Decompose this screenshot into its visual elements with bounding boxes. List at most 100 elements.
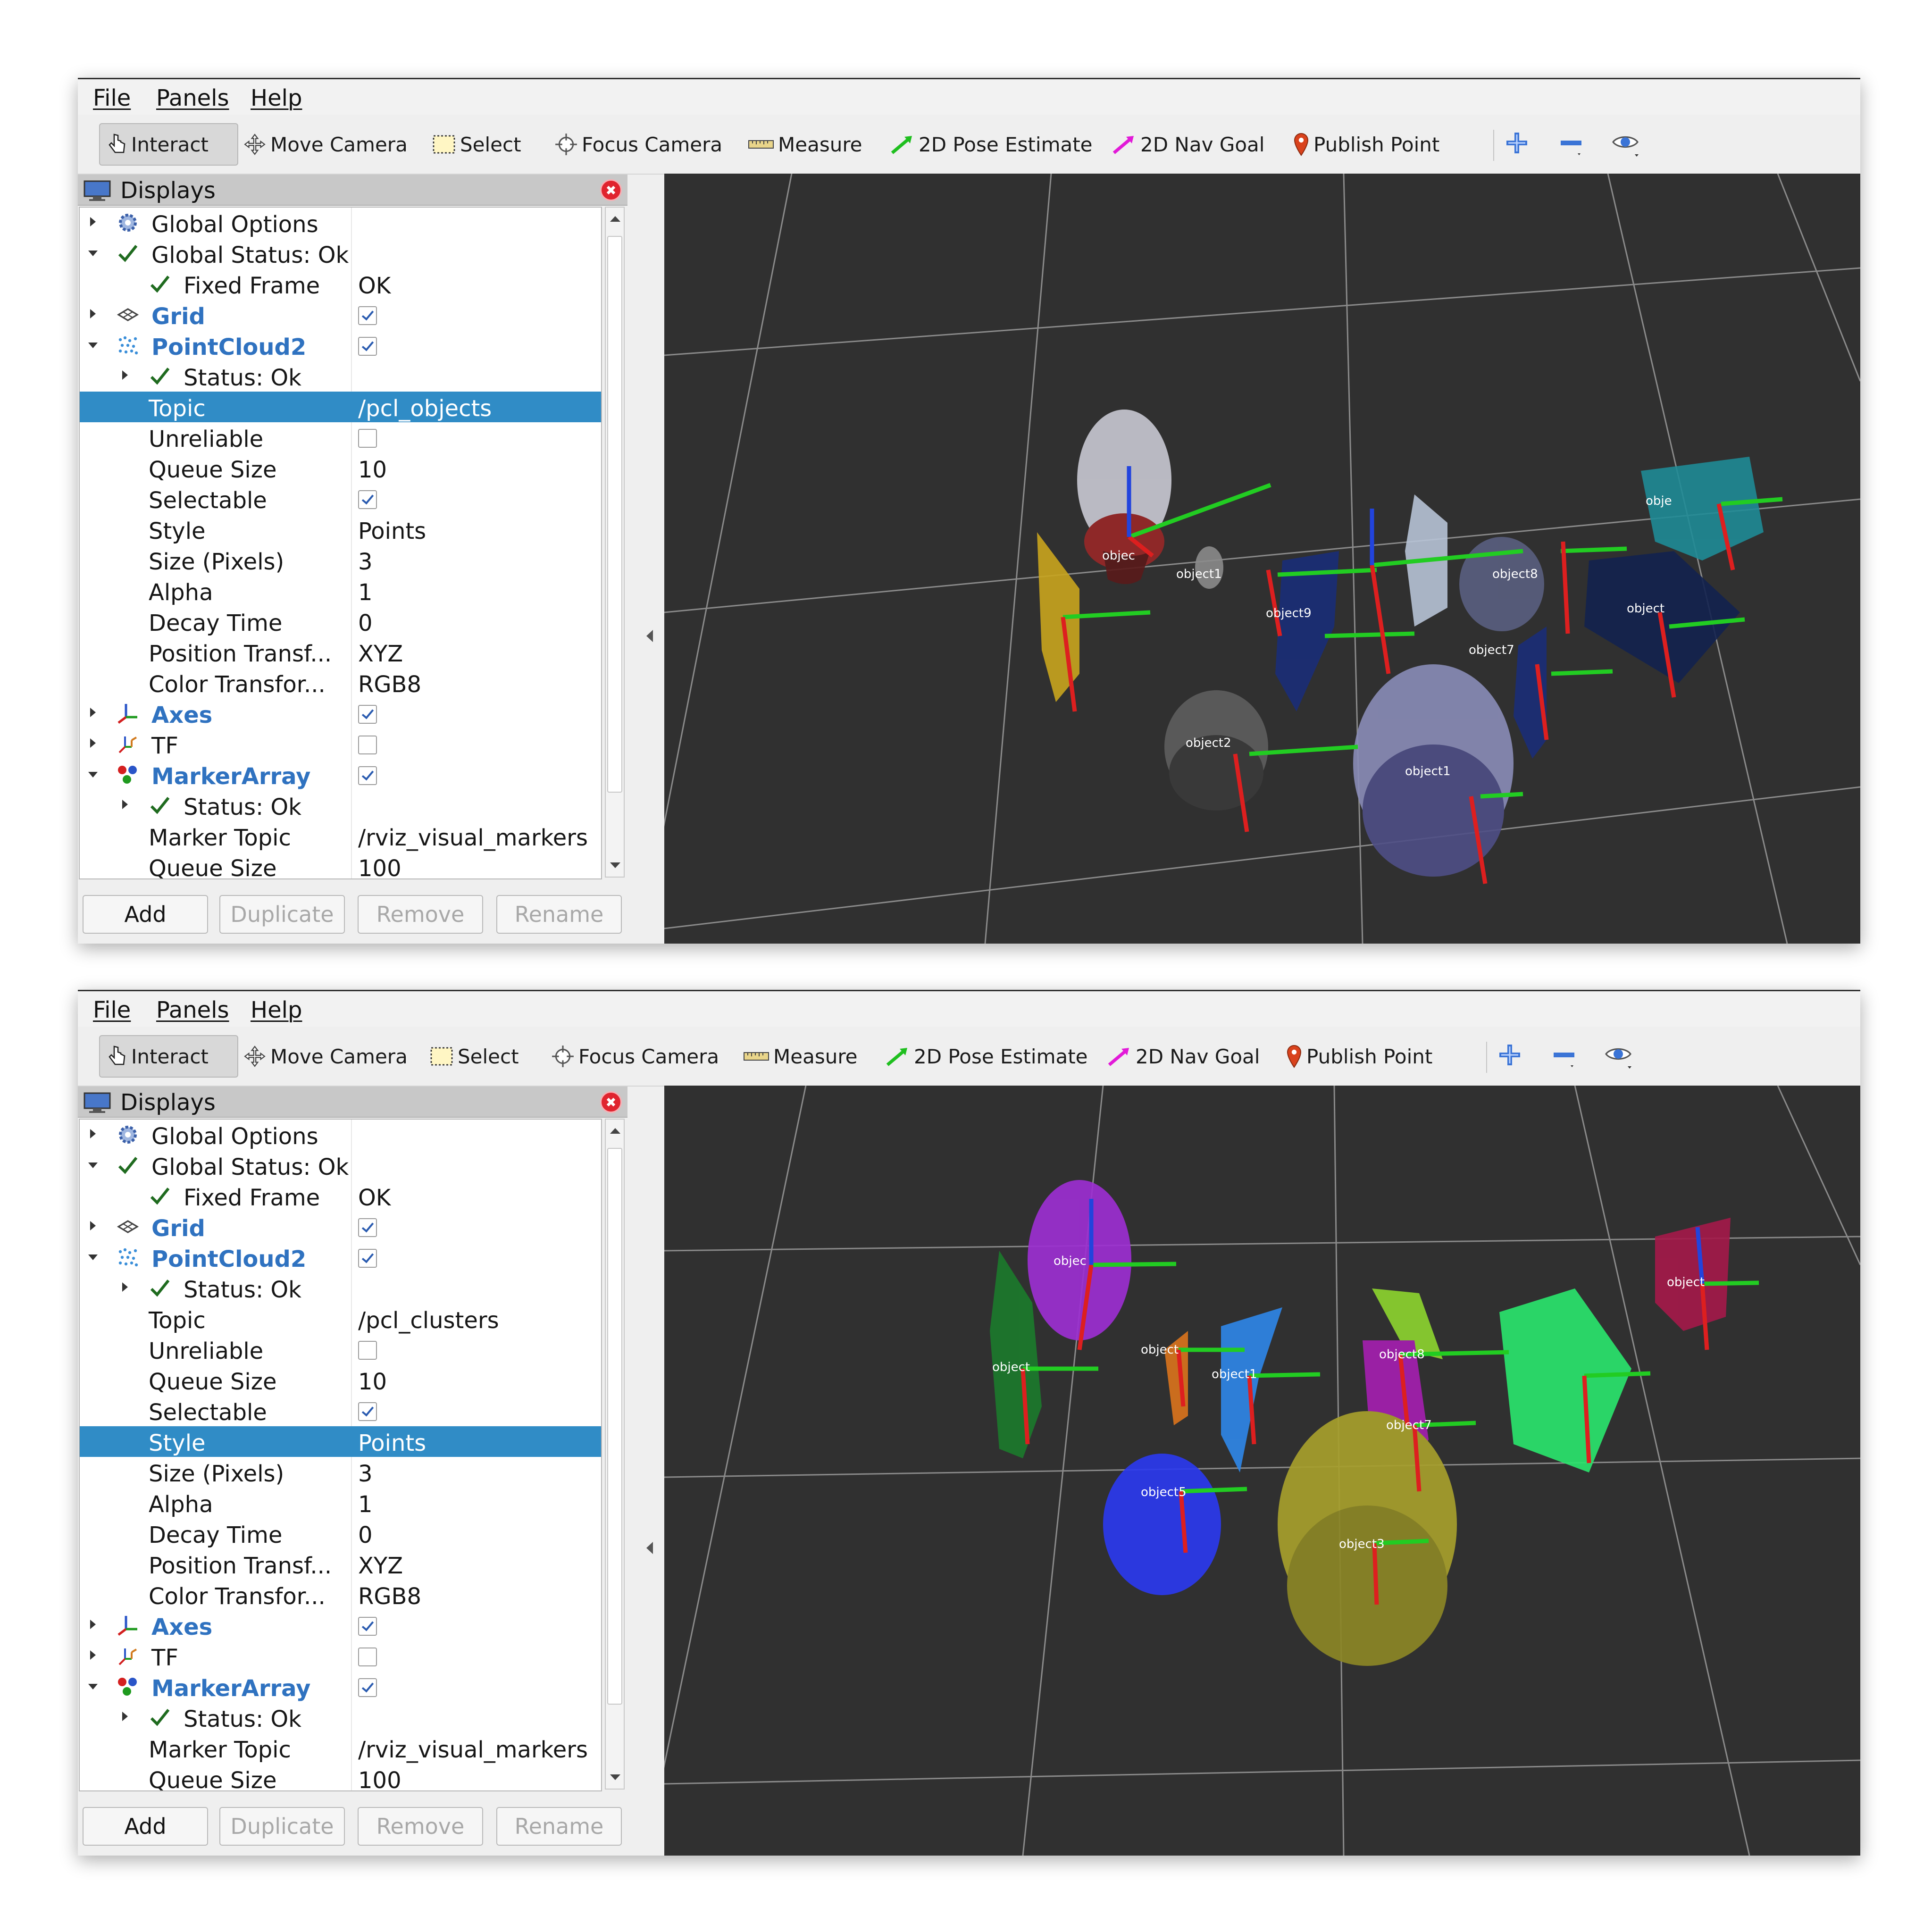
collapse-arrow-icon[interactable] [88,1163,98,1168]
collapse-arrow-icon[interactable] [88,251,98,256]
plus-icon[interactable] [1496,1041,1524,1069]
tree-row-marker-queue[interactable]: Queue Size 100 [80,1764,601,1790]
tree-row-marker-queue[interactable]: Queue Size 100 [80,852,601,878]
expand-arrow-icon[interactable] [90,738,96,748]
splitter-collapse-icon[interactable] [646,1542,653,1554]
tree-row-unreliable[interactable]: Unreliable [80,422,601,453]
expand-arrow-icon[interactable] [122,1282,128,1292]
move-camera-tool-button[interactable]: Move Camera [243,1035,408,1078]
tree-row-tf[interactable]: TF [80,729,601,760]
tree-row-selectable[interactable]: Selectable [80,484,601,514]
decay-time-value[interactable]: 0 [358,1522,373,1548]
grid-checkbox[interactable] [358,306,377,325]
alpha-value[interactable]: 1 [358,1491,373,1518]
tree-row-global-status[interactable]: Global Status: Ok [80,238,601,269]
tree-row-tf[interactable]: TF [80,1641,601,1672]
unreliable-checkbox[interactable] [358,429,377,448]
tree-row-style[interactable]: Style Points [80,514,601,545]
3d-viewport[interactable]: objec object1 object9 object8 object7 ob… [664,174,1860,944]
marker-topic-value[interactable]: /rviz_visual_markers [358,825,588,851]
grid-checkbox[interactable] [358,1218,377,1237]
tree-row-queue-size[interactable]: Queue Size 10 [80,453,601,484]
tree-row-marker-array[interactable]: MarkerArray [80,760,601,790]
tree-row-queue-size[interactable]: Queue Size 10 [80,1365,601,1396]
scrollbar-thumb[interactable] [607,1148,622,1705]
unreliable-checkbox[interactable] [358,1341,377,1360]
rename-button[interactable]: Rename [496,1807,622,1846]
tree-row-topic[interactable]: Topic /pcl_clusters [80,1304,601,1334]
3d-viewport[interactable]: objec object object object1 object8 obje… [664,1086,1860,1856]
topic-value[interactable]: /pcl_objects [358,395,492,422]
menu-panels[interactable]: Panels [156,85,229,111]
add-button[interactable]: Add [83,895,208,934]
decay-time-value[interactable]: 0 [358,610,373,636]
marker-array-checkbox[interactable] [358,766,377,785]
expand-arrow-icon[interactable] [90,1221,96,1230]
tree-row-color-transform[interactable]: Color Transfor... RGB8 [80,668,601,698]
measure-tool-button[interactable]: Measure [748,123,862,166]
marker-topic-value[interactable]: /rviz_visual_markers [358,1737,588,1763]
tree-row-decay-time[interactable]: Decay Time 0 [80,1518,601,1549]
scroll-up-icon[interactable] [610,1128,620,1134]
select-tool-button[interactable]: Select [429,1035,519,1078]
marker-array-checkbox[interactable] [358,1678,377,1697]
marker-queue-value[interactable]: 100 [358,855,401,878]
menu-panels[interactable]: Panels [156,997,229,1023]
tree-scrollbar[interactable] [605,1119,625,1790]
publish-point-tool-button[interactable]: Publish Point [1293,123,1439,166]
tree-row-decay-time[interactable]: Decay Time 0 [80,606,601,637]
eye-icon[interactable] [1604,1041,1634,1069]
pose-estimate-tool-button[interactable]: 2D Pose Estimate [889,123,1093,166]
tree-row-unreliable[interactable]: Unreliable [80,1334,601,1365]
nav-goal-tool-button[interactable]: 2D Nav Goal [1111,123,1264,166]
size-pixels-value[interactable]: 3 [358,549,373,575]
tree-row-size-pixels[interactable]: Size (Pixels) 3 [80,1457,601,1488]
alpha-value[interactable]: 1 [358,579,373,606]
tree-row-style[interactable]: Style Points [80,1426,601,1457]
expand-arrow-icon[interactable] [90,309,96,318]
tree-row-size-pixels[interactable]: Size (Pixels) 3 [80,545,601,576]
color-transform-value[interactable]: RGB8 [358,1583,421,1610]
expand-arrow-icon[interactable] [90,1620,96,1629]
selectable-checkbox[interactable] [358,1402,377,1421]
tree-row-marker-topic[interactable]: Marker Topic /rviz_visual_markers [80,821,601,852]
position-transform-value[interactable]: XYZ [358,1553,403,1579]
tree-row-fixed-frame[interactable]: Fixed Frame OK [80,1181,601,1212]
collapse-arrow-icon[interactable] [88,1684,98,1689]
tree-row-grid[interactable]: Grid [80,300,601,330]
tree-row-marker-topic[interactable]: Marker Topic /rviz_visual_markers [80,1733,601,1764]
add-button[interactable]: Add [83,1807,208,1846]
tree-row-global-status[interactable]: Global Status: Ok [80,1150,601,1181]
duplicate-button[interactable]: Duplicate [219,1807,345,1846]
pointcloud2-checkbox[interactable] [358,1249,377,1268]
tree-row-pointcloud2[interactable]: PointCloud2 [80,1242,601,1273]
tree-row-pointcloud-status[interactable]: Status: Ok [80,361,601,392]
scroll-down-icon[interactable] [610,862,620,868]
scrollbar-thumb[interactable] [607,236,622,793]
pose-estimate-tool-button[interactable]: 2D Pose Estimate [885,1035,1088,1078]
eye-icon[interactable] [1611,129,1641,157]
pointcloud2-checkbox[interactable] [358,337,377,356]
tree-row-axes[interactable]: Axes [80,1610,601,1641]
position-transform-value[interactable]: XYZ [358,641,403,667]
move-camera-tool-button[interactable]: Move Camera [243,123,408,166]
selectable-checkbox[interactable] [358,490,377,509]
menu-file[interactable]: File [93,85,131,111]
collapse-arrow-icon[interactable] [88,343,98,348]
queue-size-value[interactable]: 10 [358,457,387,483]
axes-checkbox[interactable] [358,1617,377,1636]
expand-arrow-icon[interactable] [122,1712,128,1721]
size-pixels-value[interactable]: 3 [358,1461,373,1487]
expand-arrow-icon[interactable] [90,217,96,226]
duplicate-button[interactable]: Duplicate [219,895,345,934]
style-value[interactable]: Points [358,1430,426,1456]
measure-tool-button[interactable]: Measure [743,1035,858,1078]
tree-scrollbar[interactable] [605,207,625,878]
remove-button[interactable]: Remove [358,895,483,934]
scroll-down-icon[interactable] [610,1774,620,1780]
style-value[interactable]: Points [358,518,426,544]
queue-size-value[interactable]: 10 [358,1369,387,1395]
tree-row-position-transform[interactable]: Position Transf... XYZ [80,637,601,668]
tree-row-global-options[interactable]: Global Options [80,1120,601,1150]
tree-row-fixed-frame[interactable]: Fixed Frame OK [80,269,601,300]
